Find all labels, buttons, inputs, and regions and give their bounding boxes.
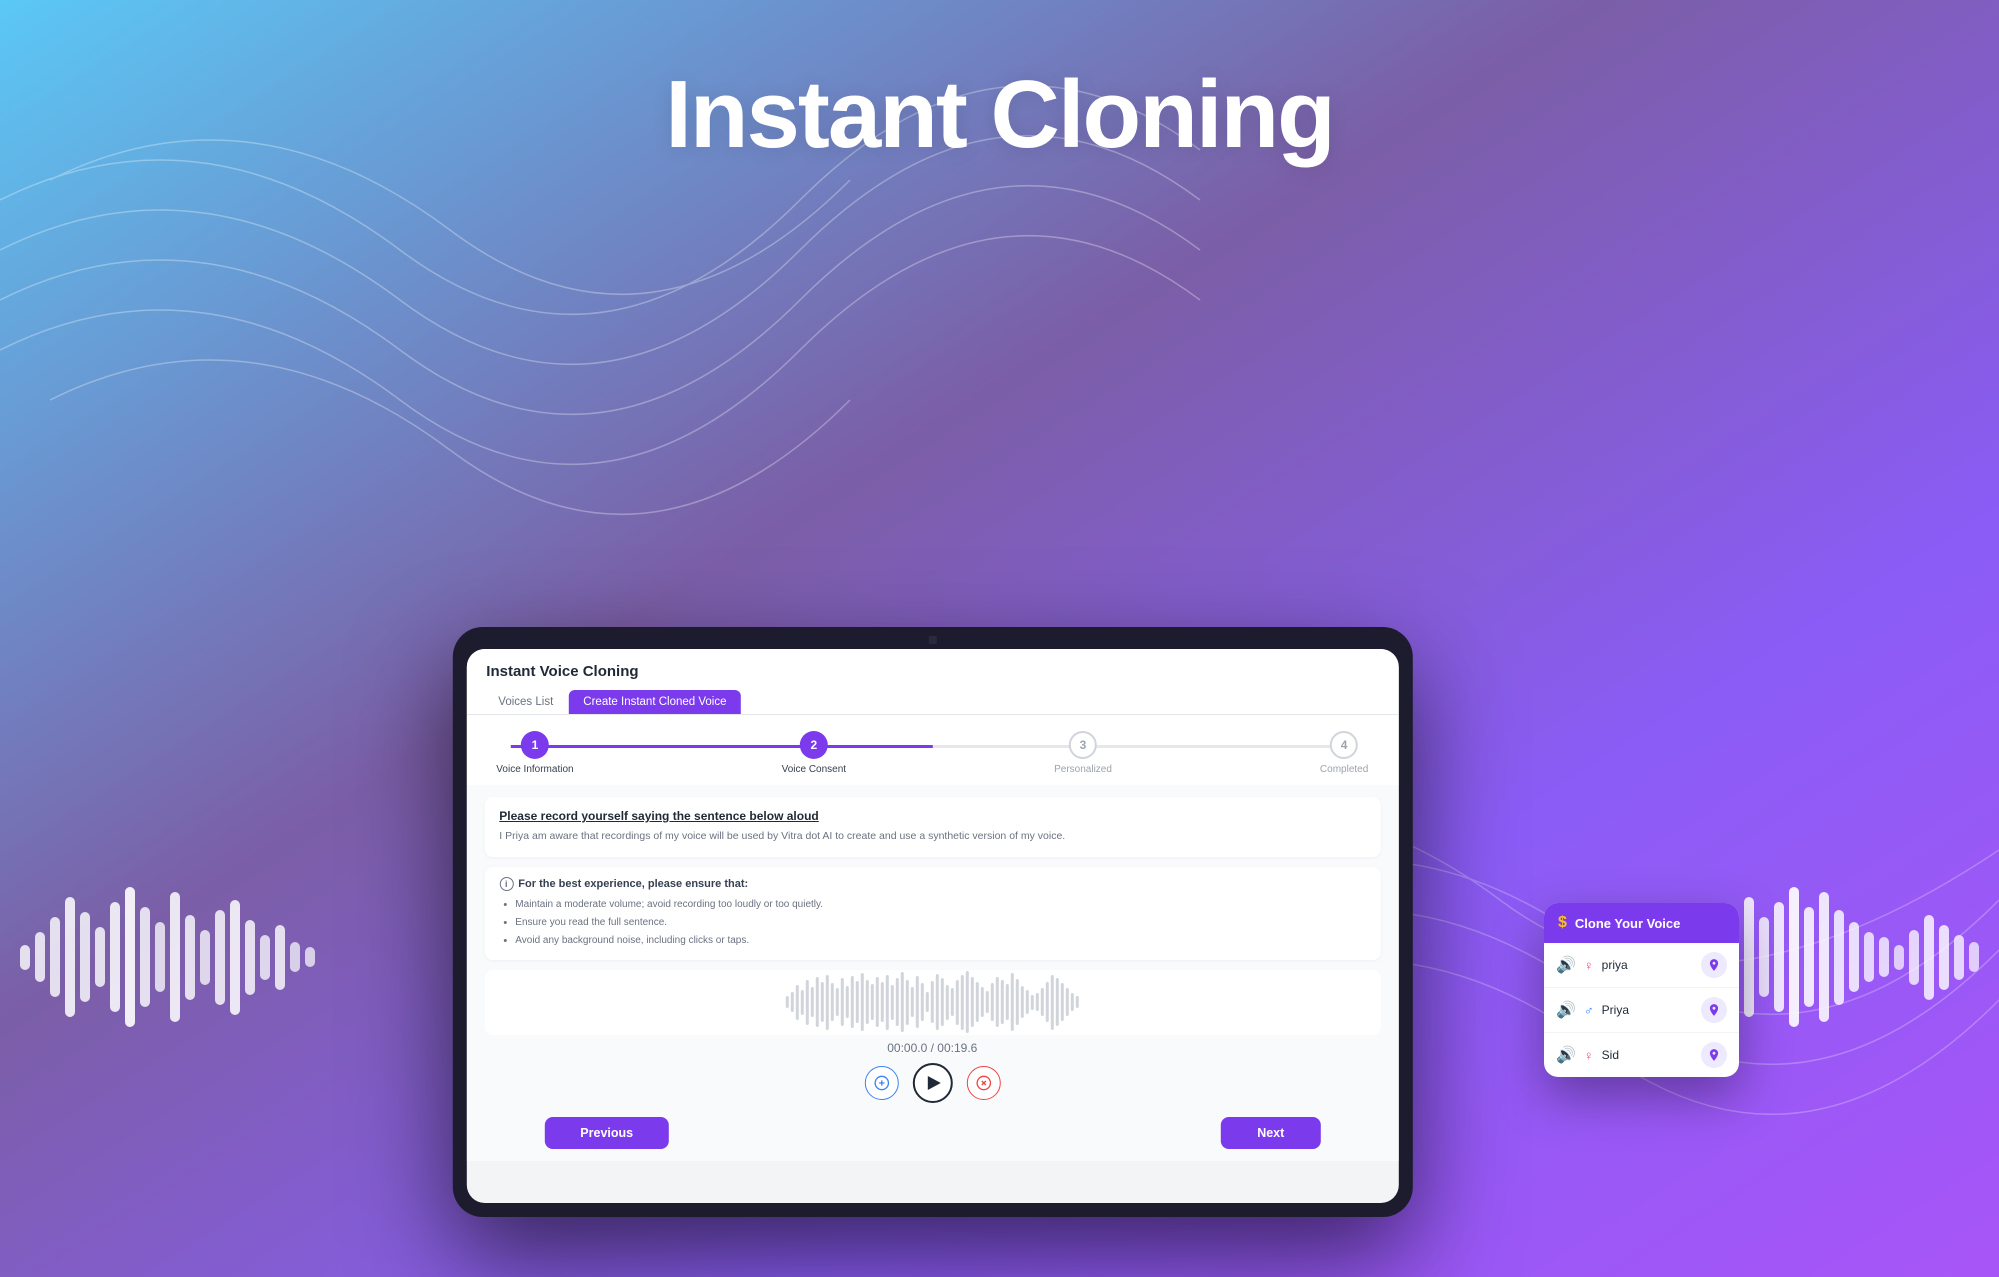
step-4-circle: 4 <box>1330 731 1358 759</box>
clone-voice-card: $ Clone Your Voice 🔊 ♀ priya 🔊 ♂ Priya <box>1544 903 1739 1077</box>
camera <box>928 636 936 644</box>
tips-box: i For the best experience, please ensure… <box>484 867 1380 960</box>
app-screen: Instant Voice Cloning Voices List Create… <box>466 649 1398 1203</box>
step-1-circle: 1 <box>521 731 549 759</box>
rewind-icon <box>873 1075 889 1091</box>
assign-voice-btn[interactable] <box>1701 952 1727 978</box>
step-2-label: Voice Consent <box>782 764 847 775</box>
step-1-label: Voice Information <box>496 764 573 775</box>
step-3: 3 Personalized <box>1054 731 1112 775</box>
speaker-icon: 🔊 <box>1556 1045 1576 1065</box>
app-header: Instant Voice Cloning Voices List Create… <box>466 649 1398 715</box>
step-4-label: Completed <box>1320 764 1368 775</box>
nav-buttons: Previous Next <box>484 1117 1380 1149</box>
left-waveform <box>20 887 315 1027</box>
tab-create-cloned[interactable]: Create Instant Cloned Voice <box>569 690 740 714</box>
tablet: Instant Voice Cloning Voices List Create… <box>452 627 1412 1217</box>
instruction-box: Please record yourself saying the senten… <box>484 797 1380 857</box>
tips-header: i For the best experience, please ensure… <box>499 877 1365 891</box>
step-4: 4 Completed <box>1320 731 1368 775</box>
play-button[interactable] <box>912 1063 952 1103</box>
step-2-circle: 2 <box>800 731 828 759</box>
voice-name-priya-lower: priya <box>1602 958 1693 972</box>
female-icon-2: ♀ <box>1584 1048 1594 1063</box>
voice-name-sid: Sid <box>1602 1048 1693 1062</box>
step-3-circle: 3 <box>1069 731 1097 759</box>
page-title: Instant Cloning <box>0 60 1999 170</box>
clone-card-title: Clone Your Voice <box>1575 916 1680 931</box>
tab-voices-list[interactable]: Voices List <box>486 690 565 714</box>
stop-icon <box>975 1075 991 1091</box>
instruction-title: Please record yourself saying the senten… <box>499 809 1365 823</box>
rewind-button[interactable] <box>864 1066 898 1100</box>
play-icon <box>927 1076 940 1090</box>
step-progress: 1 Voice Information 2 Voice Consent 3 Pe… <box>466 715 1398 785</box>
assign-icon-2 <box>1707 1003 1721 1017</box>
tab-bar: Voices List Create Instant Cloned Voice <box>486 690 1378 714</box>
clone-voice-list: 🔊 ♀ priya 🔊 ♂ Priya 🔊 ♀ Sid <box>1544 943 1739 1077</box>
female-icon: ♀ <box>1584 958 1594 973</box>
speaker-icon: 🔊 <box>1556 955 1576 975</box>
assign-voice-btn-3[interactable] <box>1701 1042 1727 1068</box>
timer-display: 00:00.0 / 00:19.6 <box>484 1041 1380 1055</box>
step-2: 2 Voice Consent <box>782 731 847 775</box>
step-3-label: Personalized <box>1054 764 1112 775</box>
main-content: Please record yourself saying the senten… <box>466 785 1398 1161</box>
assign-icon-3 <box>1707 1048 1721 1062</box>
app-waveform <box>484 970 1380 1035</box>
info-icon: i <box>499 877 513 891</box>
speaker-icon: 🔊 <box>1556 1000 1576 1020</box>
dollar-icon: $ <box>1558 914 1567 932</box>
next-button[interactable]: Next <box>1221 1117 1320 1149</box>
voice-item-priya-lower[interactable]: 🔊 ♀ priya <box>1544 943 1739 988</box>
assign-icon <box>1707 958 1721 972</box>
step-1: 1 Voice Information <box>496 731 573 775</box>
player-controls[interactable] <box>484 1063 1380 1103</box>
male-icon: ♂ <box>1584 1003 1594 1018</box>
clone-card-header: $ Clone Your Voice <box>1544 903 1739 943</box>
instruction-text: I Priya am aware that recordings of my v… <box>499 829 1365 845</box>
app-title: Instant Voice Cloning <box>486 663 1378 680</box>
previous-button[interactable]: Previous <box>544 1117 669 1149</box>
voice-item-priya-upper[interactable]: 🔊 ♂ Priya <box>1544 988 1739 1033</box>
voice-item-sid[interactable]: 🔊 ♀ Sid <box>1544 1033 1739 1077</box>
assign-voice-btn-2[interactable] <box>1701 997 1727 1023</box>
tips-list: Maintain a moderate volume; avoid record… <box>499 896 1365 950</box>
voice-name-priya-upper: Priya <box>1602 1003 1693 1017</box>
stop-button[interactable] <box>966 1066 1000 1100</box>
